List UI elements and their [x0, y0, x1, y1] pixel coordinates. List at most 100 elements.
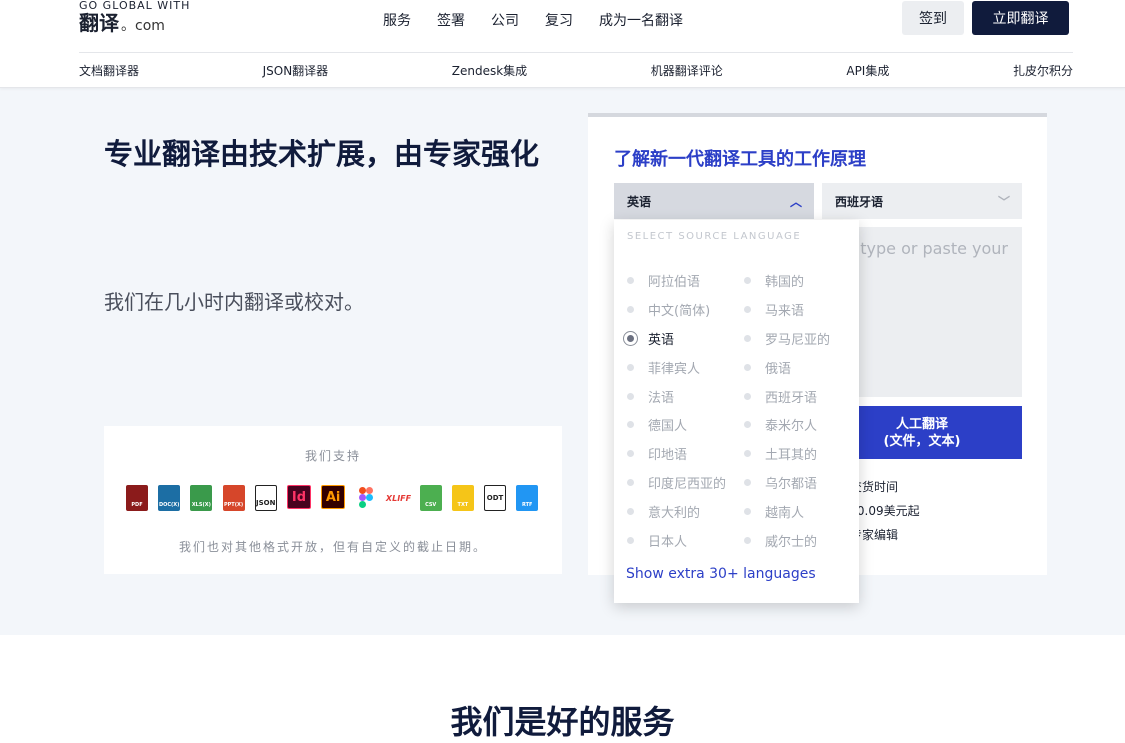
- language-option[interactable]: 乌尔都语: [744, 468, 830, 497]
- figma-logo-icon: [359, 487, 374, 508]
- nav-item-sign[interactable]: 签署: [437, 10, 465, 30]
- language-option[interactable]: 菲律宾人: [627, 353, 726, 382]
- language-label: 印度尼西亚的: [648, 477, 727, 493]
- language-option[interactable]: 土耳其的: [744, 439, 830, 468]
- target-language-select[interactable]: 西班牙语 ﹀: [822, 183, 1022, 219]
- site-header: GO GLOBAL WITH 翻译 。com 服务 签署 公司 复习 成为一名翻译…: [0, 0, 1125, 88]
- language-label: 中文(简体): [648, 303, 711, 319]
- source-language-dropdown: SELECT SOURCE LANGUAGE 阿拉伯语 中文(简体) 英语 菲律…: [614, 220, 859, 603]
- logo[interactable]: GO GLOBAL WITH 翻译 。com: [79, 0, 190, 38]
- language-option[interactable]: 中文(简体): [627, 295, 726, 324]
- chevron-up-icon: ︿: [789, 195, 802, 209]
- radio-dot-icon: [744, 479, 751, 487]
- language-column-1: 阿拉伯语 中文(简体) 英语 菲律宾人 法语 德国人 印地语 印度尼西亚的 意大…: [623, 266, 726, 555]
- logo-main-text: 翻译: [79, 11, 119, 35]
- target-language-value: 西班牙语: [835, 194, 884, 209]
- language-option[interactable]: 马来语: [744, 295, 830, 324]
- rtf-file-icon: RTF: [516, 485, 539, 511]
- language-option[interactable]: 德国人: [627, 410, 726, 439]
- header-divider: [79, 52, 1073, 53]
- illustrator-icon: Ai: [321, 485, 346, 509]
- logo-tagline: GO GLOBAL WITH: [79, 0, 191, 12]
- language-label: 法语: [648, 390, 675, 406]
- radio-dot-icon: [744, 305, 751, 313]
- logo-wordmark: 翻译 。com: [79, 11, 190, 38]
- language-option[interactable]: 意大利的: [627, 497, 726, 526]
- subnav-zendesk[interactable]: Zendesk集成: [452, 62, 527, 79]
- human-btn-line2: (文件，文本): [883, 433, 961, 449]
- radio-dot-icon: [627, 363, 634, 371]
- radio-dot-icon: [744, 450, 751, 458]
- language-option-selected[interactable]: 英语: [623, 324, 726, 353]
- subnav-json-translator[interactable]: JSON翻译器: [263, 62, 329, 79]
- language-option[interactable]: 日本人: [627, 526, 726, 555]
- subnav-document-translator[interactable]: 文档翻译器: [79, 62, 139, 79]
- language-option[interactable]: 越南人: [744, 497, 830, 526]
- translate-now-button[interactable]: 立即翻译: [972, 1, 1069, 35]
- language-label: 土耳其的: [765, 448, 818, 464]
- radio-dot-icon: [744, 508, 751, 516]
- radio-dot-icon: [627, 508, 634, 516]
- language-label: 意大利的: [648, 506, 701, 522]
- subnav-mt-review[interactable]: 机器翻译评论: [651, 62, 723, 79]
- language-label: 俄语: [765, 361, 792, 377]
- language-option[interactable]: 阿拉伯语: [627, 266, 726, 295]
- sub-nav: 文档翻译器 JSON翻译器 Zendesk集成 机器翻译评论 API集成 扎皮尔…: [79, 62, 1073, 79]
- language-label: 英语: [648, 332, 675, 348]
- subnav-zapier[interactable]: 扎皮尔积分: [1013, 62, 1073, 79]
- source-language-value: 英语: [627, 194, 652, 209]
- language-label: 马来语: [765, 303, 805, 319]
- signin-button[interactable]: 签到: [902, 1, 964, 35]
- doc-file-icon: DOC(X): [158, 485, 181, 511]
- language-label: 日本人: [648, 534, 688, 550]
- radio-dot-icon: [627, 277, 634, 284]
- radio-dot-icon: [627, 537, 634, 545]
- source-language-select[interactable]: 英语 ︿: [614, 183, 814, 219]
- odt-file-icon: ODT: [484, 485, 507, 511]
- language-label: 西班牙语: [765, 390, 818, 406]
- radio-dot-icon: [744, 537, 751, 545]
- nav-item-reviews[interactable]: 复习: [545, 10, 573, 30]
- card-title: 了解新一代翻译工具的工作原理: [614, 149, 866, 170]
- radio-dot-icon: [627, 392, 634, 400]
- language-label: 泰米尔人: [765, 419, 818, 435]
- json-file-icon: JSON: [254, 485, 277, 511]
- formats-note: 我们也对其他格式开放，但有自定义的截止日期。: [178, 540, 487, 554]
- language-option[interactable]: 西班牙语: [744, 382, 830, 411]
- language-option[interactable]: 罗马尼亚的: [744, 324, 830, 353]
- txt-file-icon: TXT: [451, 485, 474, 511]
- language-label: 印地语: [648, 448, 688, 464]
- language-option[interactable]: 印度尼西亚的: [627, 468, 726, 497]
- radio-selected-icon: [623, 330, 638, 346]
- radio-dot-icon: [627, 479, 634, 487]
- radio-dot-icon: [744, 392, 751, 400]
- show-more-languages-link[interactable]: Show extra 30+ languages: [626, 566, 816, 582]
- ppt-file-icon: PPT(X): [222, 485, 245, 511]
- services-title: 我们是好的服务: [450, 703, 675, 741]
- language-option[interactable]: 威尔士的: [744, 526, 830, 555]
- dropdown-header: SELECT SOURCE LANGUAGE: [627, 231, 802, 242]
- human-btn-line1: 人工翻译: [895, 416, 948, 432]
- language-label: 威尔士的: [765, 534, 818, 550]
- language-option[interactable]: 法语: [627, 382, 726, 411]
- subnav-api[interactable]: API集成: [846, 62, 889, 79]
- language-option[interactable]: 俄语: [744, 353, 830, 382]
- language-label: 德国人: [648, 419, 688, 435]
- csv-file-icon: CSV: [419, 485, 442, 511]
- language-column-2: 韩国的 马来语 罗马尼亚的 俄语 西班牙语 泰米尔人 土耳其的 乌尔都语 越南人…: [744, 266, 830, 555]
- nav-item-become-translator[interactable]: 成为一名翻译: [599, 10, 683, 30]
- radio-dot-icon: [744, 277, 751, 284]
- nav-item-services[interactable]: 服务: [383, 10, 411, 30]
- radio-dot-icon: [627, 305, 634, 313]
- radio-dot-icon: [744, 421, 751, 429]
- language-option[interactable]: 韩国的: [744, 266, 830, 295]
- language-option[interactable]: 印地语: [627, 439, 726, 468]
- language-option[interactable]: 泰米尔人: [744, 410, 830, 439]
- hero-subtitle: 我们在几小时内翻译或校对。: [104, 290, 364, 314]
- radio-dot-icon: [744, 334, 751, 342]
- services-section: 我们是好的服务: [0, 635, 1125, 741]
- nav-item-company[interactable]: 公司: [491, 10, 519, 30]
- radio-dot-icon: [744, 363, 751, 371]
- language-label: 罗马尼亚的: [765, 332, 831, 348]
- formats-title: 我们支持: [304, 449, 361, 463]
